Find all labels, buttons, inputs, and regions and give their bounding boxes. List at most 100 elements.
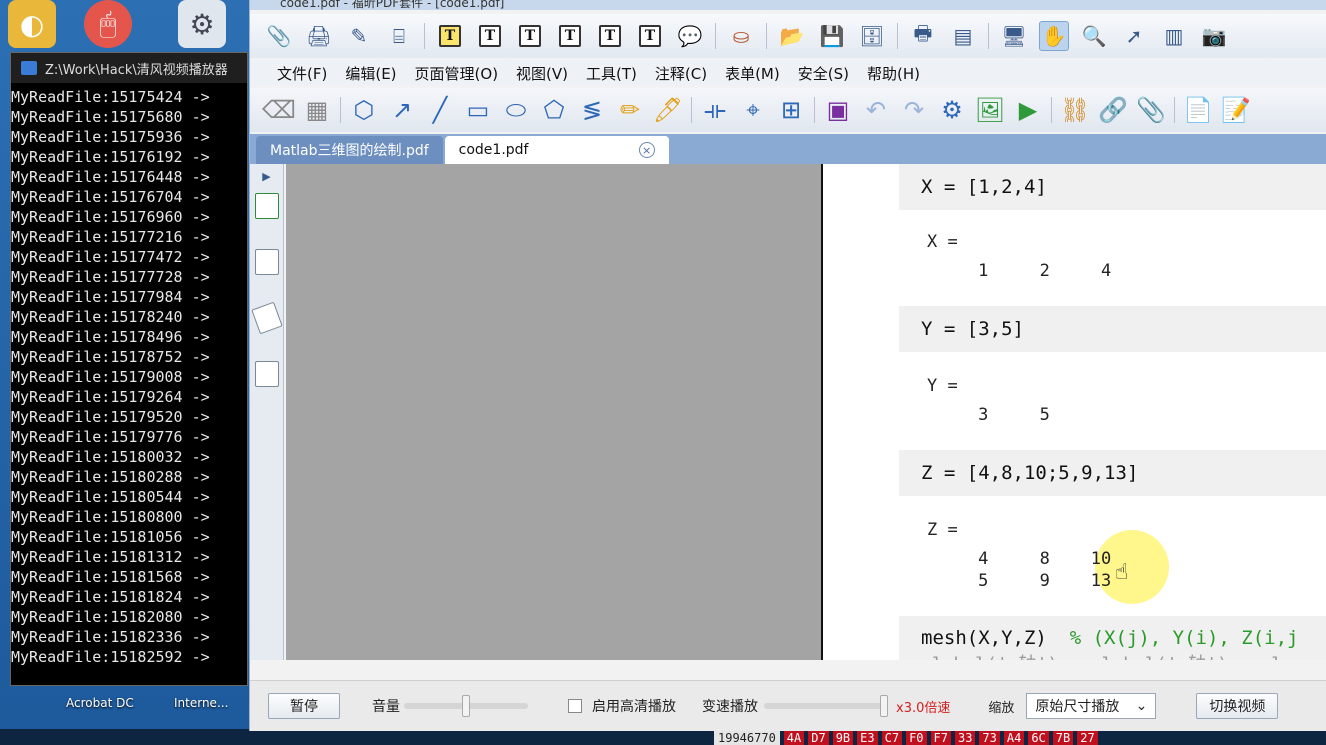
hand-tool-icon[interactable]: ✋ xyxy=(1039,21,1069,51)
perimeter-icon[interactable]: ⌖ xyxy=(738,95,768,125)
polygon-icon[interactable]: ⬡ xyxy=(349,95,379,125)
paperclip-icon[interactable]: 📎 xyxy=(264,21,294,51)
console-line: MyReadFile:15176704 -> xyxy=(11,188,210,206)
link-icon[interactable]: ⛓ xyxy=(1060,95,1090,125)
select-text-icon[interactable]: ▥ xyxy=(1159,21,1189,51)
zoom-icon[interactable]: 🔍 xyxy=(1079,21,1109,51)
code-line-x: X = [1,2,4] xyxy=(899,164,1326,210)
menu-item[interactable]: 文件(F) xyxy=(268,63,336,84)
console-line: MyReadFile:15180032 -> xyxy=(11,448,210,466)
tab-matlab-pdf[interactable]: Matlab三维图的绘制.pdf xyxy=(256,136,443,164)
menu-item[interactable]: 表单(M) xyxy=(716,63,789,84)
menu-item[interactable]: 视图(V) xyxy=(507,63,577,84)
speed-slider-thumb[interactable] xyxy=(880,695,888,717)
bookmarks-icon[interactable] xyxy=(254,193,279,219)
printer-icon[interactable]: 🖨 xyxy=(304,21,334,51)
strikethrough-icon[interactable]: T xyxy=(515,21,545,51)
tab-code1-pdf[interactable]: code1.pdf × xyxy=(444,136,669,164)
replace-text-icon[interactable]: T xyxy=(595,21,625,51)
stamp-icon[interactable]: ⛀ xyxy=(726,21,756,51)
highlighter-icon[interactable]: 🖊 xyxy=(653,95,683,125)
area-icon[interactable]: ⊞ xyxy=(776,95,806,125)
insert-text-icon[interactable]: T xyxy=(635,21,665,51)
edit-icon[interactable]: ✎ xyxy=(344,21,374,51)
scan-icon[interactable]: ▤ xyxy=(948,21,978,51)
underline-icon[interactable]: T xyxy=(555,21,585,51)
comment-icon[interactable]: 💬 xyxy=(675,21,705,51)
desktop-label-acrobat[interactable]: Acrobat DC xyxy=(66,696,134,710)
menu-item[interactable]: 工具(T) xyxy=(577,63,646,84)
rectangle-icon[interactable]: ▭ xyxy=(463,95,493,125)
desktop-label-internet[interactable]: Interne... xyxy=(174,696,228,710)
volume-slider[interactable] xyxy=(404,695,528,717)
hex-cell: 27 xyxy=(1077,731,1098,745)
menu-item[interactable]: 帮助(H) xyxy=(858,63,929,84)
cloud-icon[interactable]: ≶ xyxy=(577,95,607,125)
desktop-icon-settings[interactable]: ⚙ xyxy=(170,0,234,48)
pdf-titlebar[interactable]: code1.pdf - 福昕PDF套件 - [code1.pdf] xyxy=(250,0,1326,10)
sign-icon[interactable]: ▣ xyxy=(823,95,853,125)
select-arrow-icon[interactable]: ➚ xyxy=(1119,21,1149,51)
ellipse-icon[interactable]: ⬭ xyxy=(501,95,531,125)
expand-arrow-icon[interactable]: ▶ xyxy=(250,170,283,183)
form-icon[interactable]: 📝 xyxy=(1221,95,1251,125)
pentagon-icon[interactable]: ⬠ xyxy=(539,95,569,125)
console-title: Z:\Work\Hack\清风视频播放器 xyxy=(45,62,228,78)
console-output: MyReadFile:15175424 -> MyReadFile:1517568… xyxy=(11,83,247,667)
pause-button[interactable]: 暂停 xyxy=(268,693,340,719)
menu-item[interactable]: 页面管理(O) xyxy=(406,63,508,84)
pdf-window[interactable]: code1.pdf - 福昕PDF套件 - [code1.pdf] 📎 🖨 ✎ … xyxy=(249,0,1326,731)
layers-icon[interactable] xyxy=(250,301,283,335)
hd-checkbox[interactable] xyxy=(568,699,582,713)
video-icon[interactable]: ▶ xyxy=(1013,95,1043,125)
console-window[interactable]: Z:\Work\Hack\清风视频播放器 MyReadFile:15175424… xyxy=(10,52,248,686)
save-all-icon[interactable]: 🗄 xyxy=(857,21,887,51)
arrow-icon[interactable]: ↗ xyxy=(387,95,417,125)
volume-slider-thumb[interactable] xyxy=(462,695,470,717)
pattern-icon[interactable]: ▦ xyxy=(302,95,332,125)
hex-cell: 33 xyxy=(954,731,976,745)
text-tool-icon[interactable]: T xyxy=(475,21,505,51)
save-icon[interactable]: 💾 xyxy=(817,21,847,51)
image-icon[interactable]: 🖼 xyxy=(975,95,1005,125)
menu-item[interactable]: 编辑(E) xyxy=(336,63,405,84)
attachment-icon[interactable]: 📎 xyxy=(1136,95,1166,125)
hex-cell: C7 xyxy=(881,731,903,745)
console-line: MyReadFile:15181824 -> xyxy=(11,588,210,606)
pencil-icon[interactable]: ✏ xyxy=(615,95,645,125)
console-icon xyxy=(21,61,37,75)
output-y-values: 3 5 xyxy=(927,405,1050,425)
monitor-icon[interactable]: 🖥 xyxy=(999,21,1029,51)
print-icon[interactable]: 🖶 xyxy=(908,21,938,51)
console-line: MyReadFile:15180288 -> xyxy=(11,468,210,486)
speed-slider[interactable] xyxy=(764,695,888,717)
undo-icon[interactable]: ↶ xyxy=(861,95,891,125)
open-folder-icon[interactable]: 📂 xyxy=(777,21,807,51)
hex-number: 19946770 xyxy=(714,731,780,745)
distance-icon[interactable]: ⟛ xyxy=(700,95,730,125)
video-player-controls: 暂停 音量 启用高清播放 变速播放 x3.0倍速 缩放 原始尺寸播放 ⌄ 切换视… xyxy=(250,680,1326,731)
menu-item[interactable]: 安全(S) xyxy=(789,63,858,84)
close-icon[interactable]: × xyxy=(638,142,655,158)
desktop-icon-mouse[interactable]: 🖱 xyxy=(76,0,140,48)
navigation-panel: ▶ xyxy=(250,164,284,660)
document-icon[interactable]: 📄 xyxy=(1183,95,1213,125)
gear-icon: ⚙ xyxy=(178,0,226,48)
pdf-page[interactable]: X = [1,2,4] X = 1 2 4 Y = [3,5] Y = 3 5 … xyxy=(823,164,1326,660)
zoom-select[interactable]: 原始尺寸播放 ⌄ xyxy=(1026,693,1157,719)
line-icon[interactable]: ╱ xyxy=(425,95,455,125)
attach-link-icon[interactable]: 🔗 xyxy=(1098,95,1128,125)
text-box-icon[interactable]: ⌸ xyxy=(384,21,414,51)
redo-icon[interactable]: ↷ xyxy=(899,95,929,125)
settings-icon[interactable]: ⚙ xyxy=(937,95,967,125)
camera-icon[interactable]: 📷 xyxy=(1199,21,1229,51)
eraser-icon[interactable]: ⌫ xyxy=(262,95,296,125)
pages-icon[interactable] xyxy=(254,249,279,275)
annotations-icon[interactable] xyxy=(254,361,279,387)
text-highlight-icon[interactable]: T xyxy=(435,21,465,51)
desktop-icon-app[interactable]: ◐ xyxy=(0,0,64,48)
switch-video-button[interactable]: 切换视频 xyxy=(1196,693,1279,719)
menu-item[interactable]: 注释(C) xyxy=(646,63,716,84)
console-titlebar[interactable]: Z:\Work\Hack\清风视频播放器 xyxy=(11,53,247,83)
console-line: MyReadFile:15179776 -> xyxy=(11,428,210,446)
